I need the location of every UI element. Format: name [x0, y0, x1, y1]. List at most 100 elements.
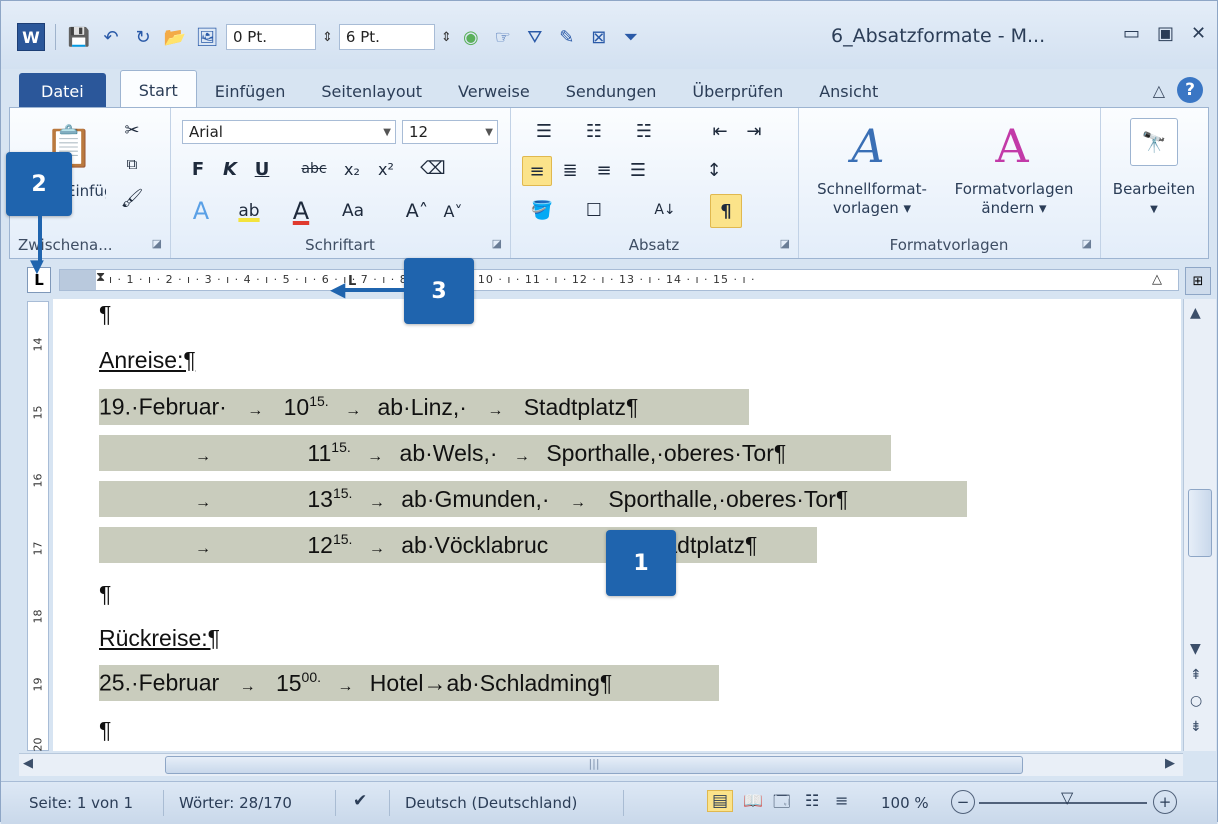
numbering-icon[interactable]: ☷: [574, 118, 614, 144]
space-after-spinner[interactable]: ⇕: [441, 30, 452, 45]
tab-page-layout[interactable]: Seitenlayout: [303, 73, 440, 109]
cut-icon[interactable]: ✂: [120, 118, 144, 142]
proofing-check-icon[interactable]: ✔: [353, 791, 367, 811]
zoom-out-button[interactable]: −: [951, 790, 975, 814]
bullet-tool-icon[interactable]: ☞: [490, 24, 516, 50]
highlight-button[interactable]: ab: [232, 196, 266, 226]
paragraph-launcher-icon[interactable]: ◪: [780, 237, 790, 250]
editing-label[interactable]: Bearbeiten: [1100, 180, 1208, 199]
align-right-button[interactable]: ≡: [590, 156, 618, 184]
space-before-input[interactable]: 0 Pt.: [226, 24, 316, 50]
horizontal-ruler[interactable]: · ı · 1 · ı · 2 · ı · 3 · ı · 4 · ı · 5 …: [59, 269, 1179, 291]
vertical-scroll-thumb[interactable]: [1188, 489, 1212, 557]
scroll-right-icon[interactable]: ▶: [1165, 756, 1175, 771]
next-page-icon[interactable]: ⇟: [1190, 719, 1202, 735]
shading-icon[interactable]: 🪣: [522, 196, 562, 224]
close-button[interactable]: ✕: [1191, 23, 1206, 44]
clear-formatting-icon[interactable]: ⌫: [418, 154, 448, 182]
decrease-indent-icon[interactable]: ⇤: [706, 118, 734, 144]
undo-icon[interactable]: ↶: [98, 24, 124, 50]
copy-icon[interactable]: ⧉: [120, 152, 144, 176]
change-case-button[interactable]: Aa: [336, 196, 370, 226]
draft-view-icon[interactable]: ≡: [835, 791, 848, 810]
right-indent-marker-icon[interactable]: △: [1152, 272, 1162, 287]
vertical-ruler[interactable]: 14 15 16 17 18 19 20: [27, 301, 49, 752]
view-ruler-toggle-icon[interactable]: ⊞: [1185, 267, 1211, 295]
superscript-button[interactable]: x²: [372, 156, 400, 182]
sort-button[interactable]: A↓: [650, 196, 680, 224]
pen-icon[interactable]: ✎: [554, 24, 580, 50]
borders-icon[interactable]: ☐: [574, 196, 614, 224]
editing-dropdown-icon[interactable]: ▼: [1100, 200, 1208, 219]
zoom-level[interactable]: 100 %: [881, 794, 929, 812]
subscript-button[interactable]: x₂: [338, 156, 366, 182]
redo-icon[interactable]: ↻: [130, 24, 156, 50]
font-size-combo[interactable]: 12 ▼: [402, 120, 498, 144]
save-icon[interactable]: 💾: [66, 24, 92, 50]
multilevel-list-icon[interactable]: ☵: [624, 118, 664, 144]
web-layout-icon[interactable]: 🗔: [773, 791, 790, 818]
scroll-left-icon[interactable]: ◀: [23, 756, 33, 771]
shrink-font-button[interactable]: A˅: [438, 196, 468, 226]
text-effects-button[interactable]: A: [186, 196, 216, 226]
bold-button[interactable]: F: [186, 156, 210, 182]
scroll-down-icon[interactable]: ▼: [1190, 641, 1201, 657]
word-count[interactable]: Wörter: 28/170: [179, 794, 292, 812]
align-left-button[interactable]: ≡: [522, 156, 552, 186]
grow-font-button[interactable]: A˄: [402, 196, 432, 226]
tab-review[interactable]: Überprüfen: [674, 73, 801, 109]
table-icon[interactable]: ⊠: [586, 24, 612, 50]
change-styles-label[interactable]: Formatvorlagen ändern ▾: [944, 180, 1084, 218]
align-center-button[interactable]: ≣: [556, 156, 584, 184]
find-binoculars-icon[interactable]: 🔭: [1130, 118, 1178, 166]
styles-launcher-icon[interactable]: ◪: [1082, 237, 1092, 250]
tab-view[interactable]: Ansicht: [801, 73, 896, 109]
scroll-up-icon[interactable]: ▲: [1190, 305, 1201, 321]
open-folder-icon[interactable]: 📂: [162, 24, 188, 50]
previous-page-icon[interactable]: ⇞: [1190, 667, 1202, 683]
customize-qat-icon[interactable]: ⏷: [618, 24, 644, 50]
full-screen-reading-icon[interactable]: 📖: [743, 791, 763, 810]
page-count[interactable]: Seite: 1 von 1: [29, 794, 133, 812]
tab-stop-marker-icon[interactable]: L: [348, 274, 356, 289]
print-preview-icon[interactable]: 🖼: [194, 24, 220, 50]
underline-button[interactable]: U: [250, 156, 274, 182]
minimize-button[interactable]: ▭: [1123, 23, 1140, 44]
browse-object-icon[interactable]: ○: [1190, 693, 1202, 709]
change-styles-icon[interactable]: A: [982, 116, 1042, 176]
print-layout-view-icon[interactable]: ▤: [707, 790, 734, 812]
font-color-button[interactable]: A: [286, 196, 316, 226]
italic-button[interactable]: K: [218, 156, 242, 182]
zoom-in-button[interactable]: +: [1153, 790, 1177, 814]
bullets-icon[interactable]: ☰: [524, 118, 564, 144]
circle-icon[interactable]: ◉: [458, 24, 484, 50]
quick-styles-label[interactable]: Schnellformat- vorlagen ▾: [802, 180, 942, 218]
outline-view-icon[interactable]: ☷: [805, 791, 819, 810]
tab-file[interactable]: Datei: [19, 73, 106, 109]
tab-references[interactable]: Verweise: [440, 73, 548, 109]
space-after-input[interactable]: 6 Pt.: [338, 24, 435, 50]
indent-marker-icon[interactable]: ⧗: [96, 270, 105, 285]
quick-styles-icon[interactable]: A: [838, 116, 898, 176]
show-formatting-button[interactable]: ¶: [710, 194, 742, 228]
font-name-combo[interactable]: Arial ▼: [182, 120, 396, 144]
collapse-ribbon-icon[interactable]: △: [1153, 81, 1165, 100]
space-before-spinner[interactable]: ⇕: [322, 30, 333, 45]
justify-button[interactable]: ☰: [624, 156, 652, 184]
tab-start[interactable]: Start: [119, 70, 197, 109]
word-logo-icon[interactable]: W: [17, 23, 45, 51]
strikethrough-button[interactable]: abc: [296, 156, 332, 182]
document-area[interactable]: ¶ Anreise:¶ 19.·Februar· → 1015. → ab·Li…: [53, 299, 1181, 751]
vertical-scrollbar[interactable]: ▲ ▼ ⇞ ○ ⇟: [1183, 299, 1216, 751]
tab-mailings[interactable]: Sendungen: [548, 73, 675, 109]
horizontal-scroll-thumb[interactable]: |||: [165, 756, 1023, 774]
restore-button[interactable]: ▣: [1157, 23, 1174, 44]
tab-insert[interactable]: Einfügen: [197, 73, 304, 109]
zoom-slider-thumb-icon[interactable]: ▽: [1061, 788, 1073, 807]
language-indicator[interactable]: Deutsch (Deutschland): [405, 794, 577, 812]
increase-indent-icon[interactable]: ⇥: [740, 118, 768, 144]
fill-icon[interactable]: ⛛: [522, 24, 548, 50]
horizontal-scrollbar[interactable]: ◀ ||| ▶: [19, 753, 1183, 776]
help-icon[interactable]: ?: [1177, 77, 1203, 103]
line-spacing-icon[interactable]: ↕: [694, 156, 734, 184]
